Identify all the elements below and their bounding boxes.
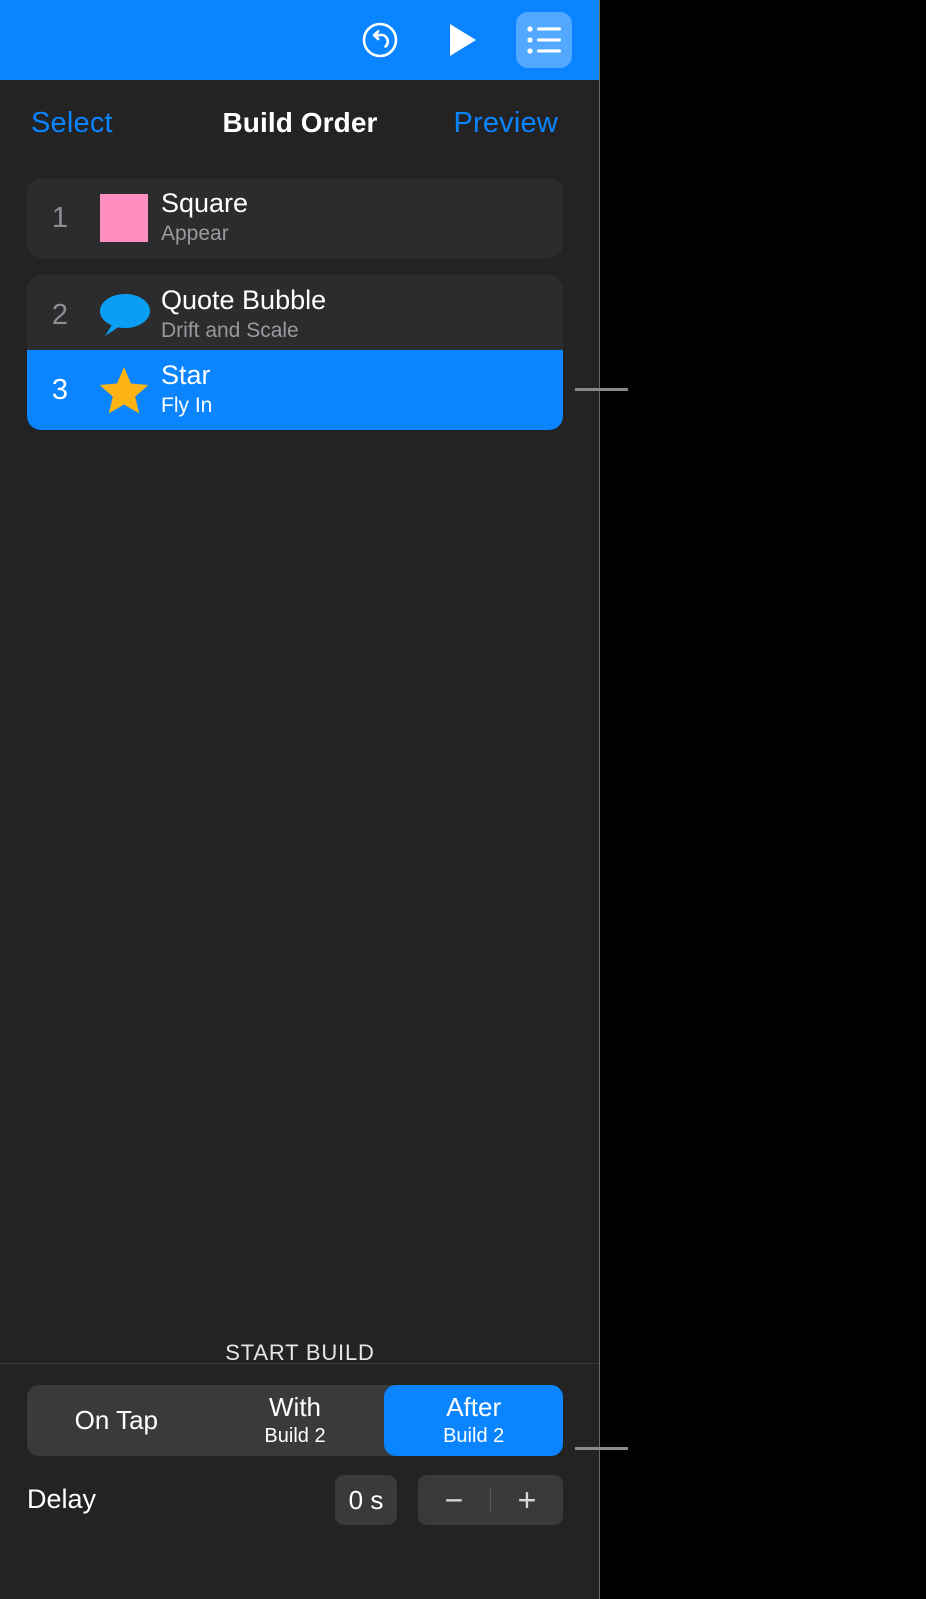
segment-sublabel: Build 2 [264, 1424, 326, 1447]
delay-label: Delay [27, 1484, 97, 1514]
segment-after[interactable]: After Build 2 [384, 1385, 564, 1456]
popover-navigation-bar: Select Build Order Preview [0, 80, 600, 166]
screen: Select Build Order Preview 1 Square Appe… [0, 0, 926, 1599]
build-order-popover: Select Build Order Preview 1 Square Appe… [0, 0, 600, 1599]
popover-edge [599, 0, 600, 1599]
star-icon [93, 365, 155, 415]
build-item-title: Quote Bubble [161, 284, 327, 315]
document-toolbar [0, 0, 600, 80]
delay-increment-button[interactable]: + [491, 1484, 563, 1516]
play-icon[interactable] [434, 12, 490, 68]
delay-value-field[interactable]: 0 s [335, 1475, 397, 1525]
quote-bubble-icon [93, 291, 155, 339]
build-item-text: Star Fly In [161, 359, 213, 419]
build-list-item-square[interactable]: 1 Square Appear [27, 178, 563, 258]
build-list-item-quote-bubble[interactable]: 2 Quote Bubble Drift and Scale [27, 275, 563, 355]
segment-label: After [446, 1392, 502, 1423]
callout-line-star-row [575, 388, 628, 391]
start-build-segmented-control: On Tap With Build 2 After Build 2 [27, 1385, 564, 1456]
build-index: 3 [51, 373, 69, 406]
segment-label: With [269, 1392, 321, 1423]
delay-stepper: − + [418, 1475, 563, 1525]
build-item-effect: Drift and Scale [161, 318, 299, 342]
segment-on-tap[interactable]: On Tap [27, 1385, 206, 1456]
segment-sublabel: Build 2 [443, 1424, 505, 1447]
callout-line-after-segment [575, 1447, 628, 1450]
build-item-effect: Fly In [161, 393, 213, 417]
build-list-item-star[interactable]: 3 Star Fly In [27, 350, 563, 430]
undo-circle-icon[interactable] [352, 12, 408, 68]
build-index: 1 [51, 201, 69, 234]
preview-button[interactable]: Preview [453, 107, 558, 140]
build-index: 2 [51, 298, 69, 331]
build-item-title: Star [161, 359, 211, 390]
segment-label: On Tap [74, 1404, 159, 1435]
delay-decrement-button[interactable]: − [418, 1484, 490, 1516]
pink-square-icon [93, 194, 155, 242]
build-item-effect: Appear [161, 221, 229, 245]
select-button[interactable]: Select [31, 107, 113, 140]
build-item-text: Quote Bubble Drift and Scale [161, 284, 327, 344]
segment-with[interactable]: With Build 2 [206, 1385, 385, 1456]
build-item-text: Square Appear [161, 187, 249, 247]
bulleted-list-icon[interactable] [516, 12, 572, 68]
start-build-section-label: START BUILD [225, 1340, 375, 1365]
build-item-title: Square [161, 187, 249, 218]
